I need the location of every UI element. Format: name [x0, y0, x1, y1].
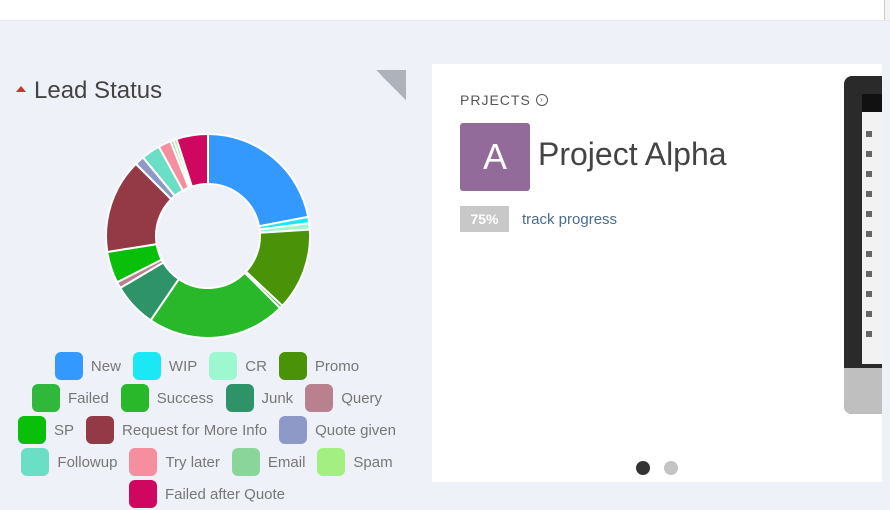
preview-row [866, 124, 882, 137]
project-title[interactable]: Project Alpha [538, 136, 727, 173]
projects-label-text: PRJECTS [460, 92, 531, 108]
legend-label: Email [267, 453, 306, 471]
top-scrollbar[interactable] [884, 0, 890, 20]
legend-label: New [90, 357, 121, 375]
legend-swatch [305, 384, 334, 412]
top-bar [0, 0, 890, 21]
legend-label: Request for More Info [122, 421, 268, 439]
preview-row [866, 144, 882, 157]
legend-swatch [18, 416, 46, 444]
legend-item-new[interactable]: New [54, 352, 127, 380]
preview-row [866, 164, 882, 177]
lead-status-donut-chart [102, 130, 314, 342]
preview-row [866, 204, 882, 217]
preview-row [866, 244, 882, 257]
legend-row: Failed Success Junk Query [0, 382, 420, 414]
legend-item-failed[interactable]: Failed [31, 384, 115, 412]
legend-item-try-later[interactable]: Try later [129, 448, 225, 476]
legend-label: Followup [57, 453, 118, 471]
legend-label: Success [156, 389, 214, 407]
projects-section-label[interactable]: PRJECTS › [460, 92, 548, 108]
preview-footer [844, 368, 882, 414]
legend-label: Query [341, 389, 383, 407]
preview-row [866, 184, 882, 197]
legend-swatch [225, 384, 254, 412]
legend-item-followup[interactable]: Followup [21, 448, 123, 476]
project-card: PRJECTS › A Project Alpha 75% track prog… [432, 64, 882, 482]
legend-swatch [132, 352, 161, 380]
panel-corner-toggle[interactable] [376, 70, 406, 100]
carousel-dots [636, 461, 692, 475]
legend-swatch [209, 352, 238, 380]
legend-label: Spam [353, 453, 393, 471]
avatar-letter: A [482, 136, 507, 177]
legend-item-spam[interactable]: Spam [317, 448, 398, 476]
legend-row: SP Request for More Info Quote given [0, 414, 420, 446]
legend-swatch [129, 448, 158, 476]
legend-row: Failed after Quote [0, 478, 420, 510]
legend-swatch [54, 352, 83, 380]
legend-swatch [128, 480, 157, 508]
project-screenshot-preview[interactable] [844, 76, 882, 414]
legend-item-query[interactable]: Query [305, 384, 388, 412]
progress-badge: 75% [460, 206, 509, 232]
legend-item-cr[interactable]: CR [209, 352, 273, 380]
legend-label: Junk [261, 389, 294, 407]
preview-row [866, 324, 882, 337]
legend-item-request-for-more-info[interactable]: Request for More Info [86, 416, 273, 444]
legend-item-junk[interactable]: Junk [225, 384, 300, 412]
track-progress-link[interactable]: track progress [522, 211, 617, 228]
legend-item-quote-given[interactable]: Quote given [279, 416, 402, 444]
legend-label: SP [54, 421, 75, 439]
preview-row [866, 264, 882, 277]
lead-status-legend: New WIP CR Promo Failed Success Junk Query SP Req… [0, 350, 420, 510]
preview-row [866, 224, 882, 237]
collapse-caret-icon[interactable] [16, 86, 26, 92]
legend-item-failed-after-quote[interactable]: Failed after Quote [128, 480, 291, 508]
preview-window [862, 94, 882, 364]
donut-slice-new[interactable] [207, 132, 310, 228]
legend-swatch [120, 384, 149, 412]
legend-swatch [21, 448, 50, 476]
legend-label: CR [245, 357, 267, 375]
legend-swatch [31, 384, 60, 412]
legend-label: Promo [314, 357, 360, 375]
legend-row: Followup Try later Email Spam [0, 446, 420, 478]
legend-item-promo[interactable]: Promo [278, 352, 365, 380]
legend-swatch [317, 448, 346, 476]
lead-status-header[interactable]: Lead Status [16, 76, 162, 106]
preview-row [866, 304, 882, 317]
legend-row: New WIP CR Promo [0, 350, 420, 382]
legend-label: Try later [165, 453, 220, 471]
carousel-dot-1[interactable] [636, 461, 650, 475]
legend-item-success[interactable]: Success [120, 384, 220, 412]
legend-item-wip[interactable]: WIP [132, 352, 203, 380]
legend-item-email[interactable]: Email [231, 448, 312, 476]
preview-row [866, 284, 882, 297]
legend-label: Quote given [315, 421, 396, 439]
carousel-dot-2[interactable] [664, 461, 678, 475]
legend-swatch [279, 416, 308, 444]
legend-swatch [231, 448, 260, 476]
legend-item-sp[interactable]: SP [18, 416, 80, 444]
preview-titlebar [862, 94, 882, 112]
lead-status-title: Lead Status [34, 77, 163, 104]
legend-label: Failed [67, 389, 109, 407]
legend-swatch [86, 416, 115, 444]
legend-label: WIP [168, 357, 198, 375]
arrow-circle-icon[interactable]: › [535, 94, 548, 106]
legend-swatch [278, 352, 307, 380]
project-avatar: A [460, 123, 530, 191]
